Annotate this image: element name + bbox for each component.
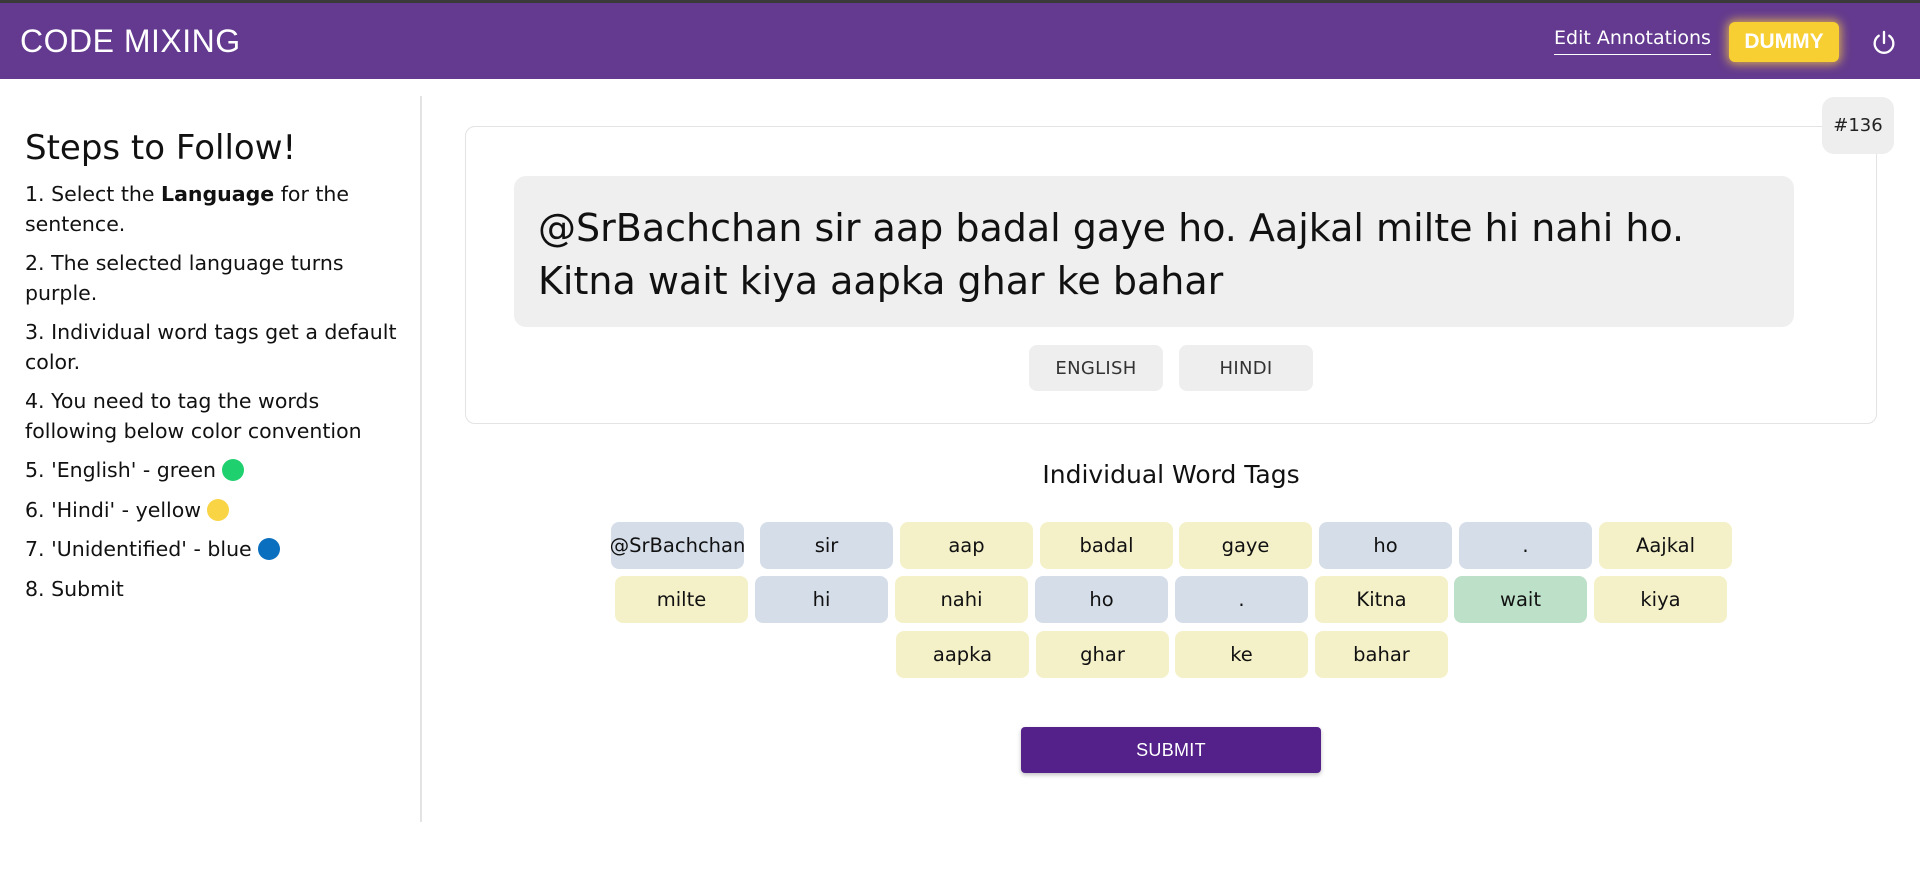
edit-annotations-link[interactable]: Edit Annotations bbox=[1554, 27, 1711, 55]
step-7-text: 7. 'Unidentified' - blue bbox=[25, 537, 252, 561]
instructions-sidebar: Steps to Follow! 1. Select the Language … bbox=[0, 96, 422, 822]
unidentified-color-dot bbox=[257, 538, 280, 560]
app-bar: CODE MIXING Edit Annotations DUMMY bbox=[0, 3, 1920, 79]
step-1-text: 1. Select the bbox=[25, 182, 161, 206]
word-tag[interactable]: @SrBachchan bbox=[610, 522, 745, 569]
word-tag[interactable]: ho bbox=[1035, 576, 1168, 623]
step-1-bold: Language bbox=[161, 182, 275, 206]
app-title: CODE MIXING bbox=[20, 23, 241, 59]
submit-button[interactable]: SUBMIT bbox=[1021, 727, 1321, 773]
step-5: 5. 'English' - green bbox=[25, 456, 415, 486]
step-2: 2. The selected language turns purple. bbox=[25, 251, 344, 305]
step-3: 3. Individual word tags get a default co… bbox=[25, 320, 397, 374]
word-tag[interactable]: . bbox=[1459, 522, 1592, 569]
word-tag[interactable]: kiya bbox=[1594, 576, 1727, 623]
step-1: 1. Select the Language for the sentence. bbox=[25, 180, 415, 239]
step-6-text: 6. 'Hindi' - yellow bbox=[25, 497, 202, 522]
word-tag[interactable]: milte bbox=[615, 576, 748, 623]
step-8: 8. Submit bbox=[25, 576, 124, 601]
step-5-text: 5. 'English' - green bbox=[25, 458, 217, 482]
sentence-id-badge: #136 bbox=[1822, 97, 1894, 154]
sidebar-title: Steps to Follow! bbox=[25, 128, 297, 168]
word-tag[interactable]: sir bbox=[760, 522, 893, 569]
word-tag[interactable]: aap bbox=[900, 522, 1033, 569]
step-4: 4. You need to tag the words following b… bbox=[25, 389, 362, 443]
step-7: 7. 'Unidentified' - blue bbox=[25, 535, 415, 565]
steps-list: 1. Select the Language for the sentence.… bbox=[25, 180, 415, 614]
word-tag[interactable]: Kitna bbox=[1315, 576, 1448, 623]
sentence-text: @SrBachchan sir aap badal gaye ho. Aajka… bbox=[514, 176, 1794, 327]
word-tag[interactable]: aapka bbox=[896, 631, 1029, 678]
word-tag[interactable]: badal bbox=[1040, 522, 1173, 569]
word-tag[interactable]: ho bbox=[1319, 522, 1452, 569]
word-tag[interactable]: gaye bbox=[1179, 522, 1312, 569]
word-tag[interactable]: bahar bbox=[1315, 631, 1448, 678]
word-tag[interactable]: ghar bbox=[1036, 631, 1169, 678]
english-color-dot bbox=[222, 459, 245, 481]
word-tag[interactable]: nahi bbox=[895, 576, 1028, 623]
power-icon[interactable] bbox=[1870, 29, 1898, 57]
word-tag[interactable]: wait bbox=[1454, 576, 1587, 623]
user-button[interactable]: DUMMY bbox=[1729, 22, 1839, 62]
word-tags-heading: Individual Word Tags bbox=[1042, 460, 1300, 489]
word-tag[interactable]: hi bbox=[755, 576, 888, 623]
step-6: 6. 'Hindi' - yellow bbox=[25, 496, 415, 526]
word-tag[interactable]: . bbox=[1175, 576, 1308, 623]
hindi-color-dot bbox=[207, 498, 230, 521]
language-english-button[interactable]: ENGLISH bbox=[1029, 345, 1163, 391]
word-tag[interactable]: Aajkal bbox=[1599, 522, 1732, 569]
language-hindi-button[interactable]: HINDI bbox=[1179, 345, 1313, 391]
word-tag[interactable]: ke bbox=[1175, 631, 1308, 678]
